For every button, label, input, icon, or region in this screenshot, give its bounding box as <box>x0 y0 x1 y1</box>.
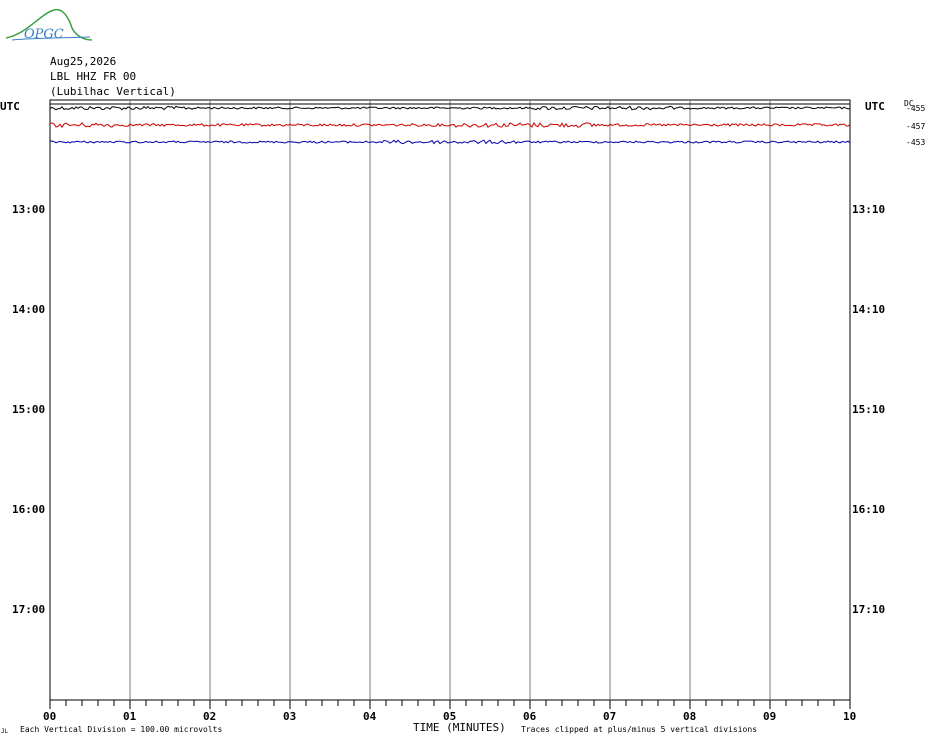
helicorder-plot <box>49 99 851 709</box>
left-time-label: 13:00 <box>12 203 46 216</box>
division-note: Each Vertical Division = 100.00 microvol… <box>20 725 223 734</box>
right-time-label: 14:10 <box>852 303 886 316</box>
dc-value: -455 <box>906 104 926 113</box>
right-time-label: 15:10 <box>852 403 886 416</box>
x-tick-label: 02 <box>203 710 217 723</box>
utc-left-label: UTC <box>0 100 20 113</box>
x-tick-label: 10 <box>843 710 857 723</box>
x-tick-label: 07 <box>603 710 617 723</box>
right-time-label: 16:10 <box>852 503 886 516</box>
logo-text: OPGC <box>24 27 64 42</box>
utc-right-label: UTC <box>865 100 885 113</box>
x-tick-label: 09 <box>763 710 777 723</box>
x-tick-label: 08 <box>683 710 697 723</box>
location-label: (Lubilhac Vertical) <box>50 85 176 98</box>
x-tick-label: 01 <box>123 710 137 723</box>
footer-mark: JL <box>1 728 9 735</box>
left-time-label: 14:00 <box>12 303 46 316</box>
left-time-label: 15:00 <box>12 403 46 416</box>
left-time-label: 17:00 <box>12 603 46 616</box>
date-label: Aug25,2026 <box>50 55 117 68</box>
x-tick-label: 00 <box>43 710 57 723</box>
right-time-label: 17:10 <box>852 603 886 616</box>
clip-note: Traces clipped at plus/minus 5 vertical … <box>521 725 758 734</box>
x-tick-label: 03 <box>283 710 297 723</box>
x-tick-label: 06 <box>523 710 537 723</box>
dc-value: -457 <box>906 122 926 131</box>
right-time-label: 13:10 <box>852 203 886 216</box>
station-label: LBL HHZ FR 00 <box>50 70 137 83</box>
x-tick-label: 04 <box>363 710 377 723</box>
left-time-label: 16:00 <box>12 503 46 516</box>
x-axis-title: TIME (MINUTES) <box>413 721 506 734</box>
dc-value: -453 <box>906 138 926 147</box>
